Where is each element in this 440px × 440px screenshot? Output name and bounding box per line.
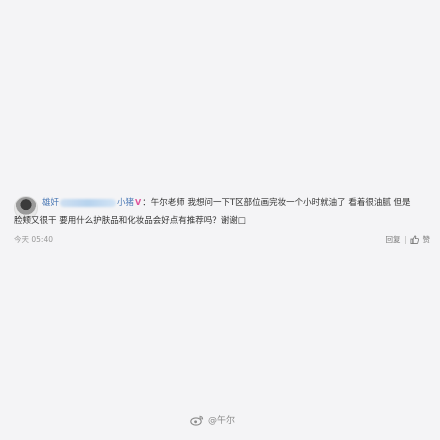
comment-text-line-2-content: 脸颊又很干 要用什么护肤品和化妆品会好点有推荐吗？谢谢□ [14,216,246,226]
comment-timestamp: 今天 05:40 [14,235,53,244]
comment-text-line-1: 午尔老师 我想问一下T区部位画完妆一个小时就油了 看着很油腻 但是 [150,198,411,208]
reply-button[interactable]: 回复 [386,234,401,245]
thumbs-up-icon[interactable] [409,235,419,244]
author-colon: ： [142,198,151,208]
comment-meta: 今天 05:40 回复 赞 [14,234,430,246]
comment-actions: 回复 赞 [386,234,431,245]
like-button[interactable]: 赞 [423,234,431,245]
watermark-handle: @午尔 [208,416,236,426]
author-name-blurred [60,198,117,207]
weibo-logo-icon [190,414,204,426]
comment-line-1: 雄奸 小猪V：午尔老师 我想问一下T区部位画完妆一个小时就油了 看着很油腻 但是 [42,196,430,210]
vip-badge-icon: V [135,198,142,207]
author-name-prefix[interactable]: 雄奸 [42,198,59,208]
author-name-suffix[interactable]: 小猪 [117,198,134,208]
action-divider [404,235,406,244]
comment-text-line-2: 脸颊又很干 要用什么护肤品和化妆品会好点有推荐吗？谢谢□ [14,214,430,228]
comment-body: 雄奸 小猪V：午尔老师 我想问一下T区部位画完妆一个小时就油了 看着很油腻 但是 … [14,196,430,246]
weibo-watermark: @午尔 [190,413,235,426]
